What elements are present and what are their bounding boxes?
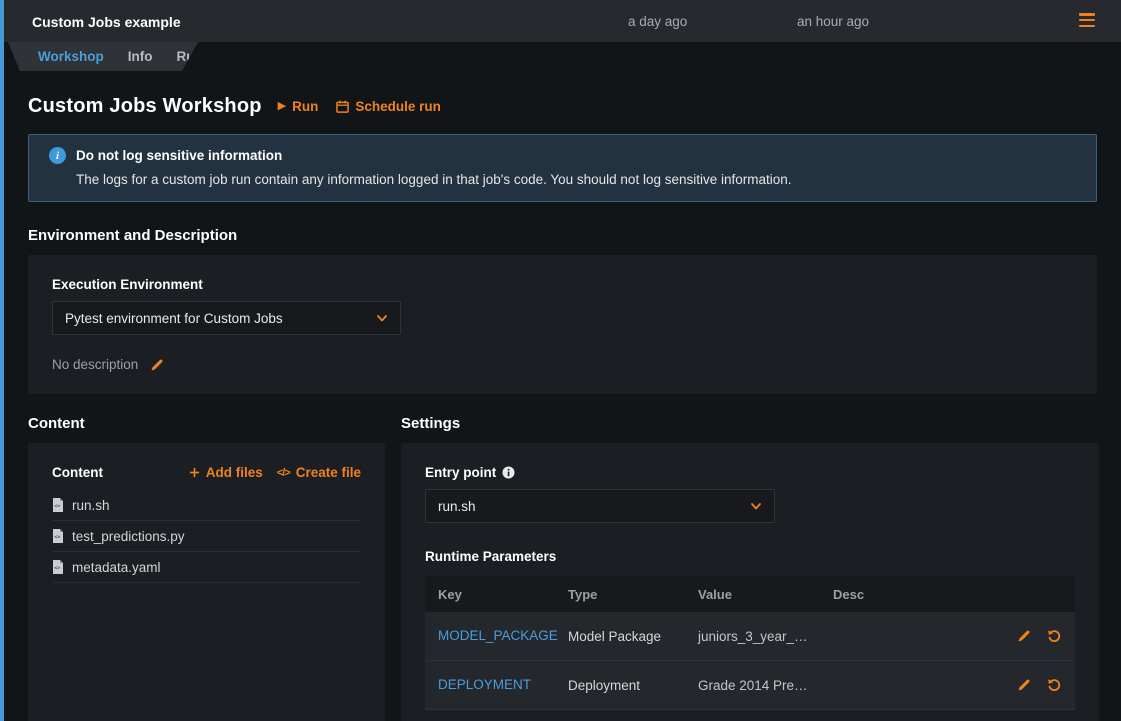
param-type: Model Package [555,629,685,644]
file-icon: <> [52,498,64,512]
tab-runs[interactable]: Runs [177,49,211,64]
column-header-key: Key [425,587,555,602]
tab-group: Workshop Info Runs [4,42,198,71]
page-title: Custom Jobs Workshop [28,95,262,118]
add-files-button[interactable]: Add files [189,465,263,480]
chevron-down-icon [376,312,388,324]
entry-point-info-icon[interactable] [502,466,515,479]
content-card: Content Add files </> Create file [28,443,385,721]
column-header-type: Type [555,587,685,602]
create-file-label: Create file [296,465,361,480]
edit-param-pencil-icon[interactable] [1017,629,1031,643]
top-header-bar: Custom Jobs example a day ago an hour ag… [0,0,1121,42]
file-row-metadata-yaml[interactable]: <> metadata.yaml [52,552,361,583]
schedule-run-button[interactable]: Schedule run [336,99,441,114]
param-value: Grade 2014 Pre… [685,678,820,693]
tab-workshop[interactable]: Workshop [38,49,104,64]
title-actions: ▶ Run Schedule run [278,99,441,114]
file-row-run-sh[interactable]: <> run.sh [52,490,361,521]
file-name: run.sh [72,498,110,513]
settings-column: Settings Entry point run.sh Runtime Para… [401,415,1099,721]
param-value: juniors_3_year_… [685,629,820,644]
environment-card: Execution Environment Pytest environment… [28,255,1097,394]
settings-section-heading: Settings [401,415,1099,432]
left-accent-strip [0,0,4,721]
chevron-down-icon [750,500,762,512]
viewed-timestamp: an hour ago [797,14,869,29]
file-name: metadata.yaml [72,560,161,575]
info-banner-title: Do not log sensitive information [76,148,282,163]
entry-point-label: Entry point [425,465,496,480]
execution-environment-label: Execution Environment [52,277,1073,292]
content-actions: Add files </> Create file [189,465,361,480]
info-banner: i Do not log sensitive information The l… [28,134,1097,202]
info-icon: i [49,147,66,164]
table-header-row: Key Type Value Desc [425,576,1075,612]
title-row: Custom Jobs Workshop ▶ Run Schedule run [28,95,1097,118]
runtime-parameters-heading: Runtime Parameters [425,549,1075,564]
execution-environment-value: Pytest environment for Custom Jobs [65,311,283,326]
content-card-header: Content Add files </> Create file [52,465,361,480]
info-banner-message: The logs for a custom job run contain an… [76,172,1076,187]
param-key-link[interactable]: MODEL_PACKAGE [438,628,558,643]
edit-description-pencil-icon[interactable] [150,358,164,372]
plus-icon [189,467,200,478]
file-name: test_predictions.py [72,529,185,544]
play-icon: ▶ [278,101,286,112]
project-title: Custom Jobs example [32,14,181,30]
runtime-parameters-table: Key Type Value Desc MODEL_PACKAGE Model … [425,576,1075,710]
run-button[interactable]: ▶ Run [278,99,319,114]
reset-param-undo-icon[interactable] [1047,678,1061,692]
schedule-run-button-label: Schedule run [355,99,441,114]
execution-environment-select[interactable]: Pytest environment for Custom Jobs [52,301,401,335]
param-type: Deployment [555,678,685,693]
environment-section-heading: Environment and Description [28,227,1097,244]
calendar-icon [336,100,349,113]
edit-param-pencil-icon[interactable] [1017,678,1031,692]
hamburger-menu-icon[interactable] [1079,13,1095,27]
reset-param-undo-icon[interactable] [1047,629,1061,643]
svg-text:<>: <> [54,566,60,572]
main-content: Custom Jobs Workshop ▶ Run Schedule run … [0,95,1121,721]
param-actions [983,678,1075,692]
column-header-desc: Desc [820,587,983,602]
content-panel-title: Content [52,465,103,480]
info-banner-head: i Do not log sensitive information [49,147,1076,164]
param-actions [983,629,1075,643]
description-placeholder: No description [52,357,138,372]
create-file-button[interactable]: </> Create file [277,465,361,480]
tab-info[interactable]: Info [128,49,153,64]
updated-timestamp: a day ago [628,14,687,29]
two-column-layout: Content Content Add files </> Create fil… [28,415,1097,721]
description-row: No description [52,357,1073,372]
svg-text:<>: <> [54,504,60,510]
file-icon: <> [52,529,64,543]
svg-text:<>: <> [54,535,60,541]
entry-point-value: run.sh [438,499,476,514]
run-button-label: Run [292,99,318,114]
column-header-value: Value [685,587,820,602]
param-key-link[interactable]: DEPLOYMENT [438,677,531,692]
file-row-test-predictions[interactable]: <> test_predictions.py [52,521,361,552]
tab-bar: Workshop Info Runs [0,42,1121,71]
add-files-label: Add files [206,465,263,480]
content-section-heading: Content [28,415,385,432]
settings-card: Entry point run.sh Runtime Parameters Ke… [401,443,1099,721]
content-column: Content Content Add files </> Create fil… [28,415,385,721]
table-row: DEPLOYMENT Deployment Grade 2014 Pre… [425,661,1075,710]
file-list: <> run.sh <> test_predictions.py <> meta… [52,490,361,583]
table-row: MODEL_PACKAGE Model Package juniors_3_ye… [425,612,1075,661]
file-icon: <> [52,560,64,574]
entry-point-label-row: Entry point [425,465,1075,480]
code-icon: </> [277,467,290,479]
entry-point-select[interactable]: run.sh [425,489,775,523]
